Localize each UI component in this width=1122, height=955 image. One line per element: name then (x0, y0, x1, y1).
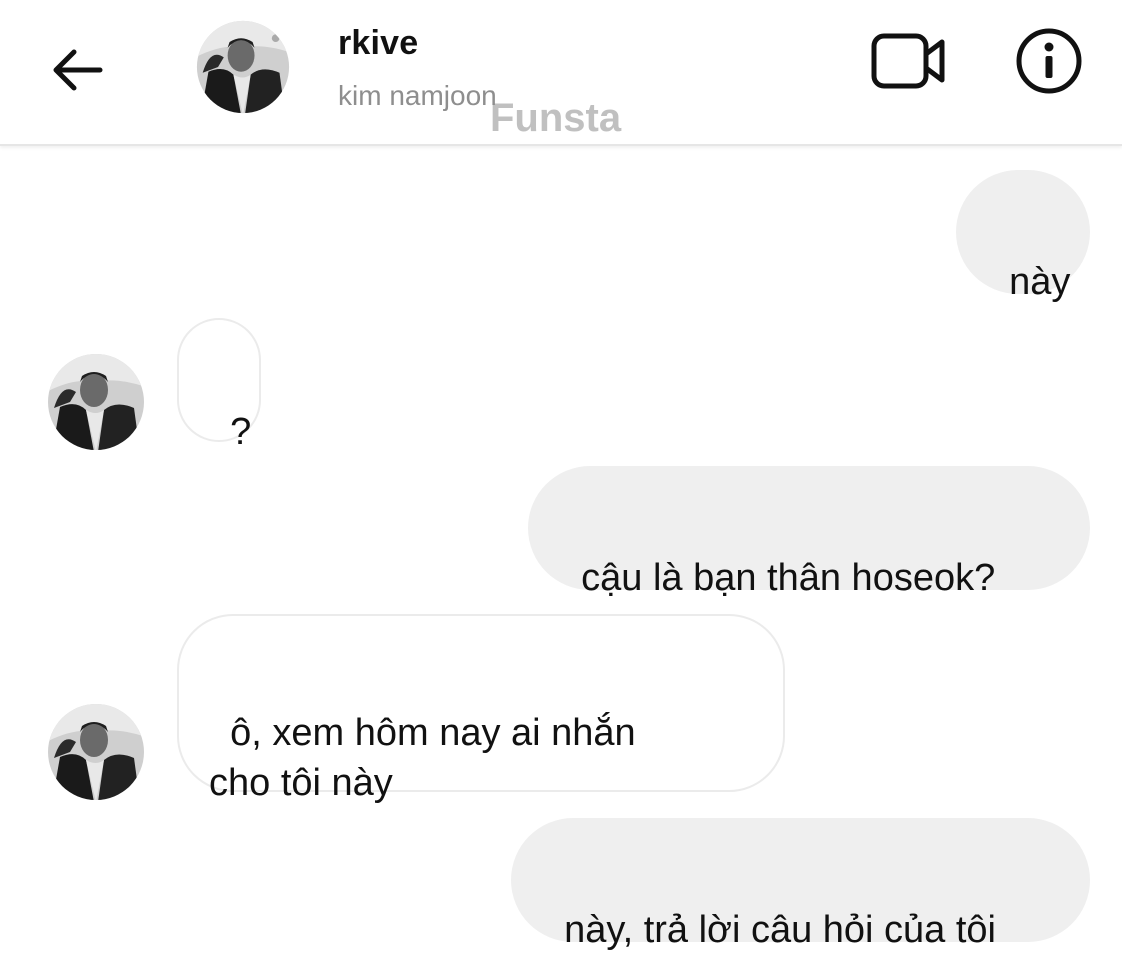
sender-avatar[interactable] (46, 702, 146, 802)
chat-subtitle: kim namjoon (338, 80, 497, 111)
sent-message[interactable]: cậu là bạn thân hoseok? (528, 466, 1090, 599)
sent-message[interactable]: này, trả lời câu hỏi của tôi (511, 818, 1090, 951)
sent-message[interactable]: này (956, 170, 1090, 303)
message-text: ? (230, 411, 252, 453)
message-text: này (1009, 261, 1071, 303)
received-message[interactable]: ? (177, 318, 261, 453)
video-camera-icon[interactable] (870, 30, 950, 92)
watermark: Funsta (490, 96, 622, 140)
profile-avatar[interactable] (195, 19, 291, 115)
chat-header: rkive kim namjoon Funsta (0, 0, 1122, 146)
message-text: này, trả lời câu hỏi của tôi (564, 909, 997, 951)
info-icon[interactable] (1015, 27, 1083, 95)
message-text: cậu là bạn thân hoseok? (581, 557, 996, 599)
received-message[interactable]: ô, xem hôm nay ai nhắn cho tôi này (177, 614, 785, 804)
back-arrow-icon[interactable] (48, 40, 108, 100)
message-text: ô, xem hôm nay ai nhắn cho tôi này (209, 712, 636, 804)
sender-avatar[interactable] (46, 352, 146, 452)
chat-title[interactable]: rkive (338, 24, 418, 63)
